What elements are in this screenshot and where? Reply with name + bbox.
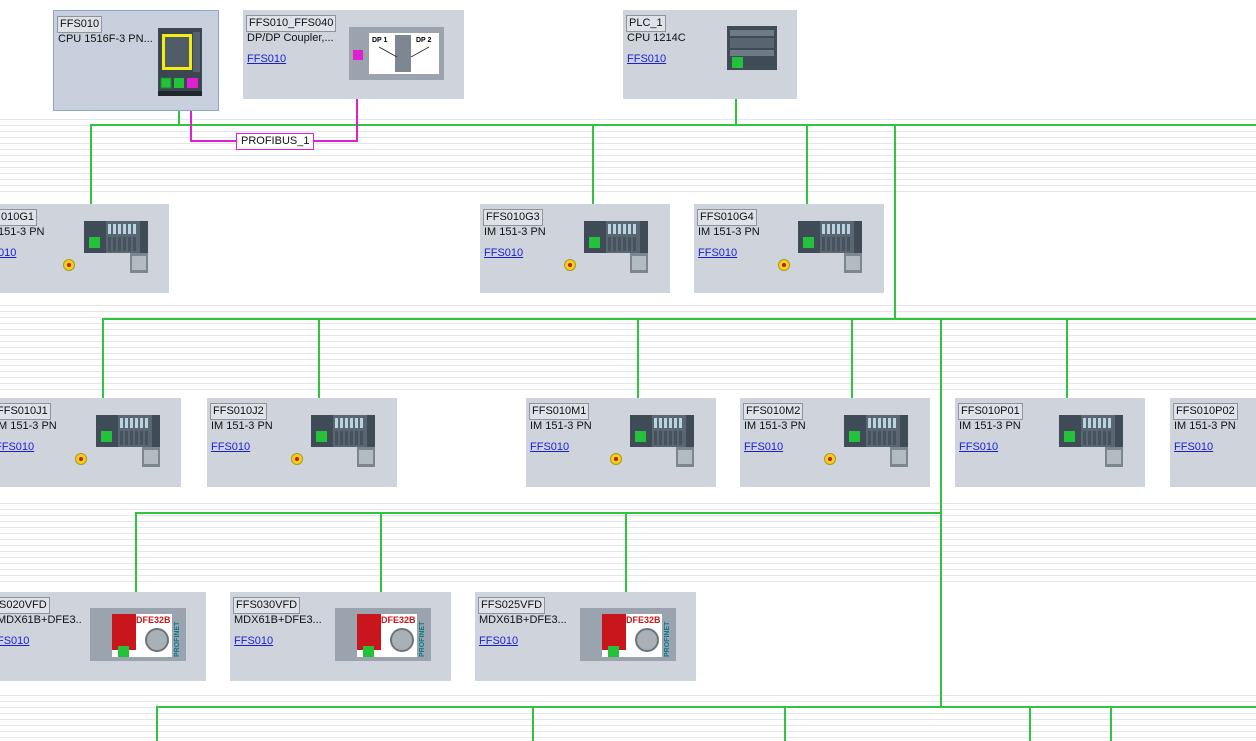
device-name: 010G1 xyxy=(0,209,38,226)
profinet-drop[interactable] xyxy=(156,706,158,741)
device-name: FFS010 xyxy=(57,16,103,33)
device-g1[interactable]: 010G1 151-3 PN 010 xyxy=(0,204,169,293)
device-vfd025[interactable]: FFS025VFD MDX61B+DFE3... FFS010 DFE32B PR… xyxy=(475,592,696,681)
device-project-link[interactable]: FFS010 xyxy=(698,247,737,260)
device-project-link[interactable]: FFS010 xyxy=(247,53,286,66)
device-project-link[interactable]: FFS010 xyxy=(627,53,666,66)
profinet-drop[interactable] xyxy=(1029,706,1031,741)
device-name: FFS010M1 xyxy=(529,403,590,420)
device-type: IM 151-3 PN xyxy=(484,226,546,238)
cpu-1214c-icon xyxy=(727,26,777,70)
et200s-icon xyxy=(1059,415,1125,474)
device-name: FFS010G3 xyxy=(483,209,543,226)
vfd-label: DFE32B xyxy=(381,615,416,625)
device-type: CPU 1516F-3 PN... xyxy=(58,33,153,45)
device-project-link[interactable]: FFS010 xyxy=(0,441,34,454)
vfd-label: DFE32B xyxy=(136,615,171,625)
dp-coupler-icon: DP 1 DP 2 xyxy=(349,27,444,80)
device-type: IM 151-3 PN xyxy=(1174,420,1236,432)
profinet-drop[interactable] xyxy=(894,124,896,320)
device-project-link[interactable]: FFS010 xyxy=(479,635,518,648)
device-p01[interactable]: FFS010P01 IM 151-3 PN FFS010 xyxy=(955,398,1145,487)
profinet-line[interactable] xyxy=(135,512,942,514)
diagnostic-status-icon[interactable] xyxy=(824,453,836,465)
device-name: FFS010J2 xyxy=(210,403,267,420)
diagnostic-status-icon[interactable] xyxy=(291,453,303,465)
device-project-link[interactable]: FFS010 xyxy=(959,441,998,454)
device-project-link[interactable]: FFS010 xyxy=(234,635,273,648)
device-project-link[interactable]: FFS010 xyxy=(744,441,783,454)
et200s-icon xyxy=(96,415,162,474)
device-vfd030[interactable]: FFS030VFD MDX61B+DFE3... FFS010 DFE32B PR… xyxy=(230,592,451,681)
device-type: IM 151-3 PN xyxy=(744,420,806,432)
profinet-drop[interactable] xyxy=(1110,706,1112,741)
device-type: MDX61B+DFE3... xyxy=(479,614,567,626)
device-name: FFS010P01 xyxy=(958,403,1023,420)
device-g3[interactable]: FFS010G3 IM 151-3 PN FFS010 xyxy=(480,204,670,293)
diagnostic-status-icon[interactable] xyxy=(564,259,576,271)
device-cpu-main[interactable]: FFS010 CPU 1516F-3 PN... xyxy=(53,10,219,111)
device-name: PLC_1 xyxy=(626,15,666,32)
profinet-line[interactable] xyxy=(102,318,1256,320)
vfd-label: DFE32B xyxy=(626,615,661,625)
et200s-icon xyxy=(311,415,377,474)
device-project-link[interactable]: 010 xyxy=(0,247,16,260)
device-type: CPU 1214C xyxy=(627,32,686,44)
device-j1[interactable]: FFS010J1 IM 151-3 PN FFS010 xyxy=(0,398,181,487)
network-view-canvas[interactable]: PROFIBUS_1 FFS010 CPU 1516F-3 PN... FFS0… xyxy=(0,0,1256,741)
profinet-line[interactable] xyxy=(156,706,1256,708)
profinet-drop[interactable] xyxy=(784,706,786,741)
et200s-icon xyxy=(84,221,150,280)
device-name: FFS030VFD xyxy=(233,597,301,614)
profinet-drop[interactable] xyxy=(532,706,534,741)
device-name: S020VFD xyxy=(0,597,50,614)
device-g4[interactable]: FFS010G4 IM 151-3 PN FFS010 xyxy=(694,204,884,293)
vfd-icon: DFE32B PROFINET xyxy=(335,608,431,661)
profinet-label: PROFINET xyxy=(174,621,181,657)
vfd-icon: DFE32B PROFINET xyxy=(580,608,676,661)
device-dp-coupler[interactable]: FFS010_FFS040 DP/DP Coupler,... FFS010 D… xyxy=(243,10,464,99)
et200s-icon xyxy=(584,221,650,280)
device-project-link[interactable]: FFS010 xyxy=(530,441,569,454)
diagnostic-status-icon[interactable] xyxy=(778,259,790,271)
profinet-label: PROFINET xyxy=(664,621,671,657)
device-type: IM 151-3 PN xyxy=(959,420,1021,432)
device-name: FFS010M2 xyxy=(743,403,804,420)
device-type: MDX61B+DFE3... xyxy=(234,614,322,626)
profibus-label[interactable]: PROFIBUS_1 xyxy=(236,133,315,150)
device-type: DP/DP Coupler,... xyxy=(247,32,334,44)
profibus-port[interactable] xyxy=(353,50,363,60)
device-name: FFS010_FFS040 xyxy=(246,15,337,32)
device-plc-1[interactable]: PLC_1 CPU 1214C FFS010 xyxy=(623,10,797,99)
device-type: 151-3 PN xyxy=(0,226,45,238)
device-project-link[interactable]: FS010 xyxy=(0,635,29,648)
device-name: FFS010G4 xyxy=(697,209,757,226)
profinet-label: PROFINET xyxy=(419,621,426,657)
et200s-icon xyxy=(630,415,696,474)
device-name: FFS010P02 xyxy=(1173,403,1238,420)
diagnostic-status-icon[interactable] xyxy=(75,453,87,465)
device-type: IM 151-3 PN xyxy=(211,420,273,432)
device-project-link[interactable]: FFS010 xyxy=(211,441,250,454)
vfd-icon: DFE32B PROFINET xyxy=(90,608,186,661)
diagnostic-status-icon[interactable] xyxy=(63,259,75,271)
et200s-icon xyxy=(798,221,864,280)
device-m2[interactable]: FFS010M2 IM 151-3 PN FFS010 xyxy=(740,398,930,487)
profinet-line[interactable] xyxy=(90,124,1256,126)
device-vfd020[interactable]: S020VFD MDX61B+DFE3... FS010 DFE32B PROFI… xyxy=(0,592,206,681)
cpu-1516f-icon xyxy=(158,28,202,96)
device-type: IM 151-3 PN xyxy=(698,226,760,238)
device-name: FFS010J1 xyxy=(0,403,51,420)
diagnostic-status-icon[interactable] xyxy=(610,453,622,465)
device-project-link[interactable]: FFS010 xyxy=(1174,441,1213,454)
device-type: IM 151-3 PN xyxy=(0,420,57,432)
et200s-icon xyxy=(844,415,910,474)
device-type: MDX61B+DFE3... xyxy=(0,614,82,626)
device-j2[interactable]: FFS010J2 IM 151-3 PN FFS010 xyxy=(207,398,397,487)
device-type: IM 151-3 PN xyxy=(530,420,592,432)
device-m1[interactable]: FFS010M1 IM 151-3 PN FFS010 xyxy=(526,398,716,487)
device-project-link[interactable]: FFS010 xyxy=(484,247,523,260)
device-p02[interactable]: FFS010P02 IM 151-3 PN FFS010 xyxy=(1170,398,1256,487)
device-name: FFS025VFD xyxy=(478,597,546,614)
